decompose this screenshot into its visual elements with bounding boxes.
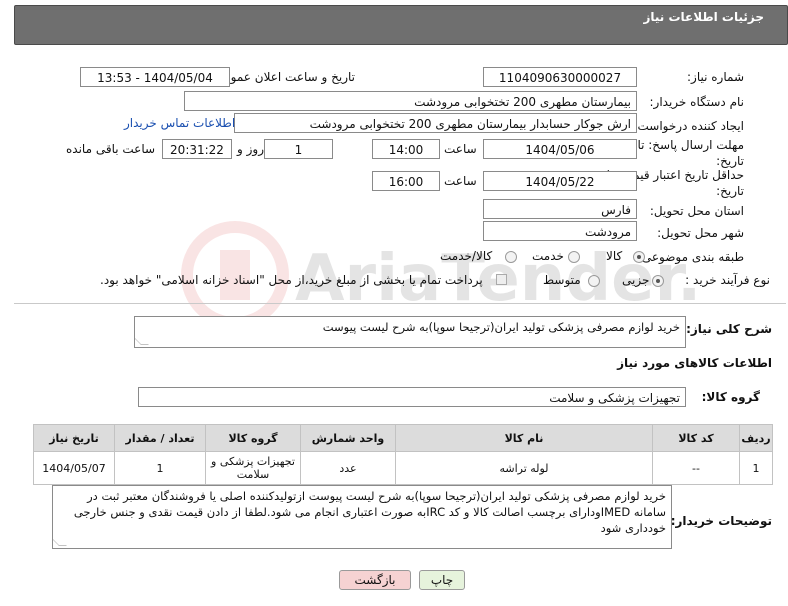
category-radio-service[interactable] — [568, 251, 580, 263]
back-button[interactable]: بازگشت — [339, 570, 411, 590]
purchase-option-minor: جزیی — [622, 273, 650, 287]
print-button[interactable]: چاپ — [419, 570, 465, 590]
purchase-radio-medium[interactable] — [588, 275, 600, 287]
goods-table: ردیف کد کالا نام کالا واحد شمارش گروه کا… — [33, 424, 773, 485]
cell-unit: عدد — [300, 451, 396, 485]
buyer-notes-label: توضیحات خریدار: — [670, 514, 772, 528]
col-header-qty: تعداد / مقدار — [114, 424, 206, 452]
cell-row: 1 — [739, 451, 773, 485]
description-text: خرید لوازم مصرفی پزشکی تولید ایران(ترجیح… — [322, 320, 680, 334]
table-header-row: ردیف کد کالا نام کالا واحد شمارش گروه کا… — [33, 424, 773, 452]
col-header-unit: واحد شمارش — [300, 424, 396, 452]
announce-label: تاریخ و ساعت اعلان عمومی: — [210, 70, 355, 84]
cell-date: 1404/05/07 — [33, 451, 115, 485]
cell-qty: 1 — [114, 451, 206, 485]
treasury-note: پرداخت تمام یا بخشی از مبلغ خرید،از محل … — [100, 273, 483, 287]
goods-group-field: تجهیزات پزشکی و سلامت — [138, 387, 686, 407]
buyer-notes-text: خرید لوازم مصرفی پزشکی تولید ایران(ترجیح… — [73, 489, 666, 535]
city-field: مرودشت — [483, 221, 637, 241]
requester-field: ارش جوکار حسابدار بیمارستان مطهری 200 تخ… — [234, 113, 637, 133]
remaining-label: ساعت باقی مانده — [66, 142, 156, 156]
reply-time-label: ساعت — [444, 142, 477, 156]
need-number-field: 1104090630000027 — [483, 67, 637, 87]
city-label: شهر محل تحویل: — [657, 226, 744, 240]
category-option-service: خدمت — [532, 249, 564, 263]
col-header-row: ردیف — [739, 424, 773, 452]
category-label: طبقه بندی موضوعی: — [637, 250, 744, 264]
page-title: جزئیات اطلاعات نیاز — [643, 10, 764, 24]
purchase-type-label: نوع فرآیند خرید : — [685, 273, 770, 287]
days-label: روز و — [237, 142, 264, 156]
purchase-option-medium: متوسط — [543, 273, 581, 287]
buyer-notes-field: خرید لوازم مصرفی پزشکی تولید ایران(ترجیح… — [52, 485, 672, 549]
category-option-goods: کالا — [606, 249, 623, 263]
buyer-org-field: بیمارستان مطهری 200 تختخوابی مرودشت — [184, 91, 637, 111]
buyer-contact-link[interactable]: اطلاعات تماس خریدار — [124, 116, 235, 130]
category-radio-goods[interactable] — [633, 251, 645, 263]
reply-time-field: 14:00 — [372, 139, 440, 159]
treasury-checkbox[interactable] — [496, 274, 507, 285]
reply-deadline-label: مهلت ارسال پاسخ: تا تاریخ: — [637, 138, 744, 168]
reply-date-field: 1404/05/06 — [483, 139, 637, 159]
price-time-label: ساعت — [444, 174, 477, 188]
province-label: استان محل تحویل: — [649, 204, 744, 218]
cell-name: لوله تراشه — [395, 451, 653, 485]
requester-label: ایجاد کننده درخواست: — [633, 119, 744, 133]
price-time-field: 16:00 — [372, 171, 440, 191]
table-row: 1 -- لوله تراشه عدد تجهیزات پزشکی و سلام… — [33, 451, 773, 485]
col-header-date: تاریخ نیاز — [33, 424, 115, 452]
col-header-group: گروه کالا — [205, 424, 301, 452]
goods-section-title: اطلاعات کالاهای مورد نیاز — [617, 356, 772, 370]
price-date-field: 1404/05/22 — [483, 171, 637, 191]
col-header-code: کد کالا — [652, 424, 740, 452]
province-field: فارس — [483, 199, 637, 219]
divider — [14, 303, 786, 304]
announce-field: 1404/05/04 - 13:53 — [80, 67, 230, 87]
col-header-name: نام کالا — [395, 424, 653, 452]
category-radio-goods-service[interactable] — [505, 251, 517, 263]
category-option-goods-service: کالا/خدمت — [440, 249, 493, 263]
cell-code: -- — [652, 451, 740, 485]
goods-group-label: گروه کالا: — [701, 390, 760, 404]
description-label: شرح کلی نیاز: — [686, 322, 772, 336]
need-number-label: شماره نیاز: — [687, 70, 744, 84]
resize-grip-icon — [53, 538, 67, 546]
days-field: 1 — [264, 139, 333, 159]
purchase-radio-minor[interactable] — [652, 275, 664, 287]
description-field: خرید لوازم مصرفی پزشکی تولید ایران(ترجیح… — [134, 316, 686, 348]
cell-group: تجهیزات پزشکی و سلامت — [205, 451, 301, 485]
buyer-org-label: نام دستگاه خریدار: — [649, 95, 745, 109]
resize-grip-icon — [135, 337, 149, 345]
remaining-time-field: 20:31:22 — [162, 139, 232, 159]
